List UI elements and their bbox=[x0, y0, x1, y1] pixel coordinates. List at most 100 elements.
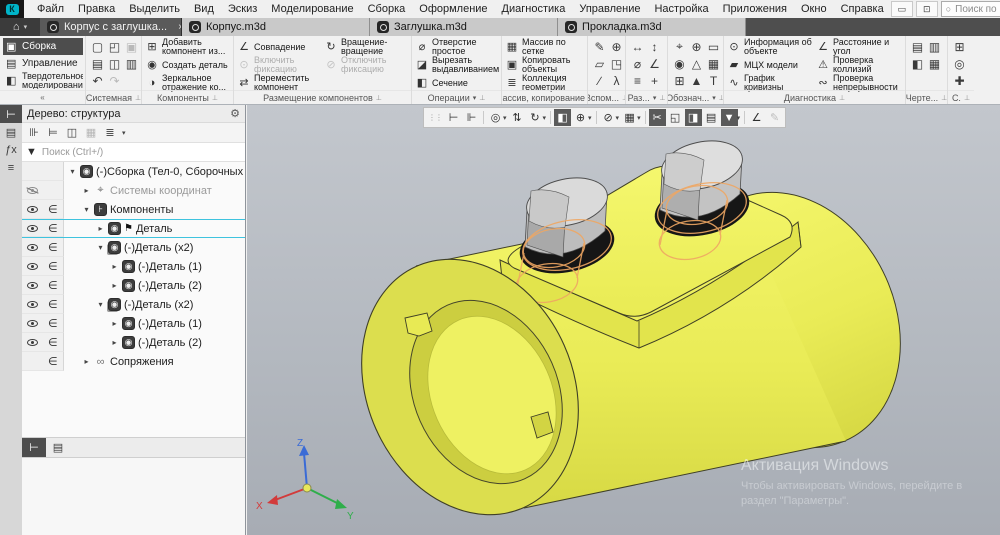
tree-row[interactable]: ∈▾◉(-)Деталь (x2) bbox=[22, 295, 245, 314]
drawing-cut-icon[interactable]: ◧ bbox=[909, 55, 926, 72]
preview-icon[interactable]: ◫ bbox=[106, 55, 123, 72]
table-icon[interactable]: ⊞ bbox=[671, 72, 688, 89]
expand-open-icon[interactable]: ▾ bbox=[82, 205, 91, 214]
dropdown-caret-icon[interactable]: ▾ bbox=[543, 114, 548, 122]
expression-icon[interactable]: λ bbox=[608, 72, 625, 89]
mode-management[interactable]: ▤Управление bbox=[3, 55, 83, 72]
dropdown-caret-icon[interactable]: ▾ bbox=[616, 114, 621, 122]
text-icon[interactable]: Т bbox=[705, 72, 722, 89]
create-part-button[interactable]: ◉Создать деталь bbox=[145, 56, 231, 74]
add-component-button[interactable]: ⊞Добавить компонент из... bbox=[145, 38, 231, 56]
tree-row[interactable]: ∈▸◉(-)Деталь (1) bbox=[22, 257, 245, 276]
pin-icon[interactable]: ⊥ bbox=[135, 94, 141, 102]
dropdown-caret-icon[interactable]: ▾ bbox=[122, 129, 126, 137]
eye-slash-icon[interactable] bbox=[27, 187, 38, 194]
document-tab[interactable]: Прокладка.m3d bbox=[558, 18, 746, 36]
print-icon[interactable]: ▤ bbox=[89, 55, 106, 72]
drawing-views-icon[interactable]: ▥ bbox=[926, 38, 943, 55]
pin-icon[interactable]: ⊥ bbox=[839, 94, 845, 102]
tree-view-tab-icon[interactable]: ⊢ bbox=[22, 438, 46, 457]
gear-icon[interactable]: ⚙ bbox=[230, 107, 240, 120]
list-view-tab-icon[interactable]: ▤ bbox=[46, 438, 70, 457]
group-caret-icon[interactable]: ▾ bbox=[712, 94, 716, 102]
new-drawing-icon[interactable]: ▤ bbox=[909, 38, 926, 55]
menu-item-Оформление[interactable]: Оформление bbox=[412, 3, 494, 15]
visibility-cell[interactable] bbox=[22, 162, 43, 180]
tree-row[interactable]: ∈▸◉(-)Деталь (2) bbox=[22, 276, 245, 295]
tree-node[interactable]: ▸⌖Системы координат bbox=[64, 181, 245, 200]
visibility-cell[interactable] bbox=[22, 314, 43, 332]
visibility-cell[interactable] bbox=[22, 333, 43, 351]
diameter-dim-icon[interactable]: ⌀ bbox=[629, 55, 646, 72]
eye-icon[interactable] bbox=[27, 282, 38, 289]
dropdown-caret-icon[interactable]: ▾ bbox=[737, 114, 742, 122]
pin-icon[interactable]: ⊥ bbox=[212, 94, 218, 102]
pin-icon[interactable]: ⊥ bbox=[622, 94, 625, 102]
viewport-3d[interactable]: Z X Y ⋮⋮⊢⊩◎▾⇅↻▾◧⊕▾⊘▾▦▾✂◱◨▤▼▾∠✎ Активация… bbox=[247, 105, 1000, 535]
tree-relations-icon[interactable]: ◫ bbox=[63, 125, 81, 141]
menu-item-Диагностика[interactable]: Диагностика bbox=[495, 3, 573, 15]
tree-structure-icon[interactable]: ⊪ bbox=[25, 125, 43, 141]
section-view-icon[interactable]: ✂ bbox=[649, 109, 666, 126]
roughness-icon[interactable]: △ bbox=[688, 55, 705, 72]
menu-item-Приложения[interactable]: Приложения bbox=[716, 3, 794, 15]
hide-objects-icon[interactable]: ⊘ bbox=[600, 109, 617, 126]
leader-icon[interactable]: ▭ bbox=[705, 38, 722, 55]
expand-closed-icon[interactable]: ▸ bbox=[110, 338, 119, 347]
tree-groups-icon[interactable]: ▦ bbox=[82, 125, 100, 141]
menu-item-Справка[interactable]: Справка bbox=[834, 3, 891, 15]
visibility-cell[interactable] bbox=[22, 200, 43, 218]
expand-open-icon[interactable]: ▾ bbox=[96, 300, 105, 309]
save-as-icon[interactable]: ▥ bbox=[123, 55, 140, 72]
angle-dim-icon[interactable]: ∠ bbox=[646, 55, 663, 72]
eye-icon[interactable] bbox=[27, 225, 38, 232]
menu-item-Сборка[interactable]: Сборка bbox=[361, 3, 413, 15]
visibility-cell[interactable] bbox=[22, 276, 43, 294]
home-button[interactable]: ⌂ ▾ bbox=[0, 18, 40, 36]
visibility-cell[interactable] bbox=[22, 220, 43, 236]
simple-hole-button[interactable]: ⌀Отверстие простое bbox=[415, 38, 499, 56]
panel-menu-icon[interactable]: ≡ bbox=[0, 159, 22, 177]
object-info-button[interactable]: ⊙Информация об объекте bbox=[727, 38, 814, 56]
rotation-rotation-button[interactable]: ↻Вращение-вращение bbox=[324, 38, 409, 56]
menu-item-Выделить[interactable]: Выделить bbox=[122, 3, 187, 15]
eye-icon[interactable] bbox=[27, 206, 38, 213]
spiral-icon[interactable]: ✎ bbox=[591, 38, 608, 55]
tree-node[interactable]: ▸◉(-)Деталь (1) bbox=[64, 314, 245, 333]
linear-dim-icon[interactable]: ↔ bbox=[629, 38, 646, 55]
screen-mode-icon[interactable]: ⊡ bbox=[916, 1, 938, 17]
csys-local-icon[interactable]: ⊩ bbox=[463, 109, 480, 126]
pin-icon[interactable]: ⊥ bbox=[964, 94, 970, 102]
menu-item-Правка[interactable]: Правка bbox=[71, 3, 122, 15]
local-csys-icon[interactable]: ◳ bbox=[608, 55, 625, 72]
filter-icon[interactable]: ▼ bbox=[26, 146, 37, 158]
dropdown-caret-icon[interactable]: ▾ bbox=[588, 114, 593, 122]
parameters-panel-icon[interactable]: ƒx bbox=[0, 141, 22, 159]
document-tab[interactable]: Корпус.m3d bbox=[182, 18, 370, 36]
tree-node[interactable]: ▸∞Сопряжения bbox=[64, 352, 245, 371]
zoom-icon[interactable]: ◎ bbox=[487, 109, 504, 126]
expand-open-icon[interactable]: ▾ bbox=[96, 243, 105, 252]
expand-closed-icon[interactable]: ▸ bbox=[110, 281, 119, 290]
eye-icon[interactable] bbox=[27, 263, 38, 270]
expand-open-icon[interactable]: ▾ bbox=[68, 167, 77, 176]
expand-closed-icon[interactable]: ▸ bbox=[110, 319, 119, 328]
tree-row[interactable]: ▾◉(-)Сборка (Тел-0, Сборочных единиц-0 bbox=[22, 162, 245, 181]
visibility-cell[interactable] bbox=[22, 181, 43, 199]
group-caret-icon[interactable]: ▾ bbox=[473, 94, 477, 102]
tree-row[interactable]: ▸⌖Системы координат bbox=[22, 181, 245, 200]
line-icon[interactable]: ∕ bbox=[591, 72, 608, 89]
tree-search[interactable]: ▼ Поиск (Ctrl+/) bbox=[22, 143, 245, 162]
document-tab[interactable]: Корпус с заглушка...× bbox=[40, 18, 182, 36]
menu-item-Эскиз[interactable]: Эскиз bbox=[221, 3, 264, 15]
eye-icon[interactable] bbox=[27, 339, 38, 346]
distance-angle-button[interactable]: ∠Расстояние и угол bbox=[816, 38, 903, 56]
tree-node[interactable]: ▾◉(-)Деталь (x2) bbox=[64, 238, 245, 257]
eye-icon[interactable] bbox=[27, 301, 38, 308]
pan-icon[interactable]: ⇅ bbox=[509, 109, 526, 126]
arrow-mark-icon[interactable]: ▲ bbox=[688, 72, 705, 89]
drawing-detail-icon[interactable]: ▦ bbox=[926, 55, 943, 72]
tree-panel-icon[interactable]: ⊢ bbox=[0, 105, 22, 123]
spec-create-icon[interactable]: ⊞ bbox=[951, 38, 968, 55]
tree-node[interactable]: ▸◉(-)Деталь (2) bbox=[64, 276, 245, 295]
